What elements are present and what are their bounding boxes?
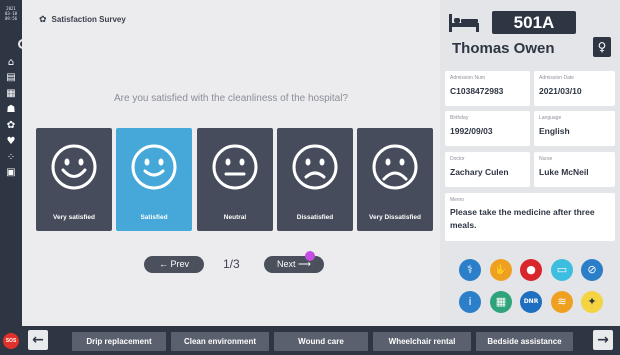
option-label: Very satisfied bbox=[53, 214, 95, 221]
allergy-icon[interactable]: ✋ bbox=[490, 259, 512, 281]
memo-card: Memo Please take the medicine after thre… bbox=[445, 193, 615, 241]
lungs-icon[interactable]: ⚕ bbox=[459, 259, 481, 281]
calendar-icon[interactable]: ▦ bbox=[4, 88, 18, 100]
room-number: 501A bbox=[492, 11, 576, 34]
fall-risk-icon[interactable]: ▦ bbox=[490, 291, 512, 313]
admission-num-card: Admission Num C1038472983 bbox=[445, 71, 530, 106]
option-very-satisfied[interactable]: Very satisfied bbox=[36, 128, 112, 231]
arrow-left-icon[interactable]: ← bbox=[28, 330, 48, 350]
clock: 2021 03-10 09:56 bbox=[4, 6, 18, 21]
bed-icon bbox=[449, 14, 479, 32]
option-neutral[interactable]: Neutral bbox=[197, 128, 273, 231]
no-bath-icon[interactable]: ⊘ bbox=[581, 259, 603, 281]
option-label: Satisfied bbox=[140, 214, 168, 221]
prev-button[interactable]: ← Prev bbox=[144, 256, 204, 273]
sos-button[interactable]: SOS bbox=[3, 333, 19, 349]
document-icon[interactable]: ▤ bbox=[4, 72, 18, 84]
patient-panel: 501A Thomas Owen ♀ Admission Num C103847… bbox=[440, 0, 620, 326]
survey-area: ✿ Satisfaction Survey Are you satisfied w… bbox=[22, 0, 440, 326]
drip-replacement-button[interactable]: Drip replacement bbox=[72, 332, 166, 351]
birthday-card: Birthday 1992/09/03 bbox=[445, 111, 530, 146]
happy-face-icon bbox=[131, 144, 177, 190]
female-icon: ♀ bbox=[593, 37, 611, 57]
info-icon[interactable]: i bbox=[459, 291, 481, 313]
option-label: Dissatisfied bbox=[296, 214, 334, 221]
very-happy-face-icon bbox=[51, 144, 97, 190]
option-label: Neutral bbox=[223, 214, 247, 221]
very-sad-face-icon bbox=[372, 144, 418, 190]
mask-icon[interactable]: ▭ bbox=[551, 259, 573, 281]
arrow-right-icon[interactable]: → bbox=[593, 330, 613, 350]
diet-icon[interactable]: ≋ bbox=[551, 291, 573, 313]
home-icon[interactable]: ⌂ bbox=[4, 57, 18, 69]
survey-icon: ✿ bbox=[39, 15, 47, 25]
option-dissatisfied[interactable]: Dissatisfied bbox=[277, 128, 353, 231]
wound-care-button[interactable]: Wound care bbox=[274, 332, 368, 351]
left-rail: 2021 03-10 09:56 ⌂ ▤ ▦ ☗ ✿ ♥ ⁘ ▣ SOS bbox=[0, 0, 22, 355]
idea-icon[interactable]: ✦ bbox=[581, 291, 603, 313]
blood-drop-icon[interactable]: ● bbox=[520, 259, 542, 281]
doctor-card: Doctor Zachary Culen bbox=[445, 152, 530, 187]
option-label: Very Dissatisfied bbox=[368, 214, 422, 221]
survey-title: Satisfaction Survey bbox=[51, 15, 126, 24]
option-satisfied[interactable]: Satisfied bbox=[116, 128, 192, 231]
nurse-card: Nurse Luke McNeil bbox=[534, 152, 615, 187]
survey-question: Are you satisfied with the cleanliness o… bbox=[113, 93, 349, 104]
next-button[interactable]: Next ⟶ bbox=[264, 256, 324, 273]
heart-icon[interactable]: ♥ bbox=[4, 136, 18, 148]
admission-date-card: Admission Date 2021/03/10 bbox=[534, 71, 615, 106]
app-frame: 2021 03-10 09:56 ⌂ ▤ ▦ ☗ ✿ ♥ ⁘ ▣ SOS ✿ Sa… bbox=[0, 0, 620, 355]
patient-icon[interactable]: ☗ bbox=[4, 104, 18, 116]
survey-header: ✿ Satisfaction Survey bbox=[39, 15, 126, 25]
touch-indicator bbox=[305, 251, 315, 261]
option-very-dissatisfied[interactable]: Very Dissatisfied bbox=[357, 128, 433, 231]
wheelchair-rental-button[interactable]: Wheelchair rental bbox=[373, 332, 471, 351]
sad-face-icon bbox=[292, 144, 338, 190]
video-icon[interactable]: ▣ bbox=[4, 167, 18, 179]
neutral-face-icon bbox=[212, 144, 258, 190]
steps-icon[interactable]: ⁘ bbox=[4, 152, 18, 164]
dnr-icon[interactable]: DNR bbox=[520, 291, 542, 313]
patient-name: Thomas Owen bbox=[452, 40, 555, 57]
page-indicator: 1/3 bbox=[223, 257, 240, 271]
language-card: Language English bbox=[534, 111, 615, 146]
bedside-assistance-button[interactable]: Bedside assistance bbox=[476, 332, 573, 351]
survey-icon[interactable]: ✿ bbox=[4, 120, 18, 132]
clean-environment-button[interactable]: Clean environment bbox=[171, 332, 269, 351]
